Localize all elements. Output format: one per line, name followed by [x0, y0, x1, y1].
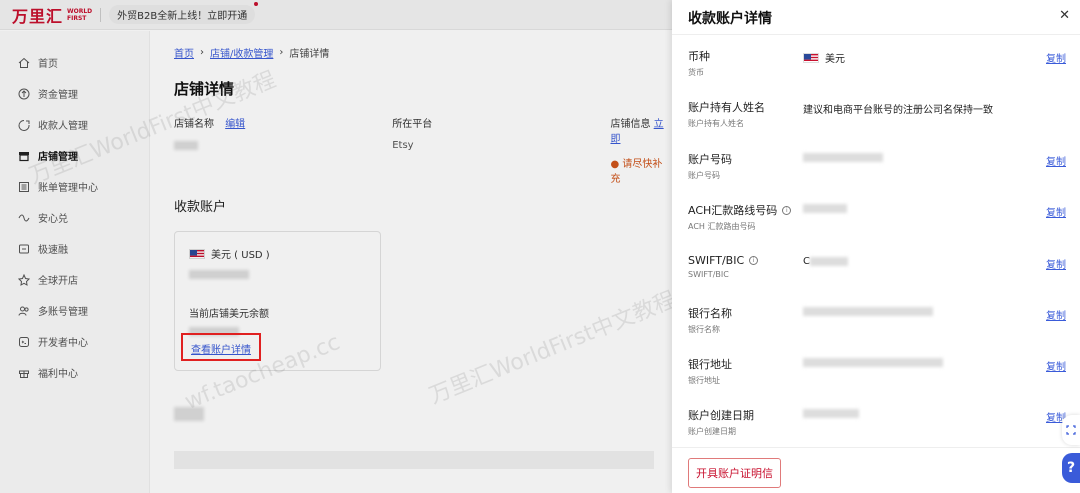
copy-account-number-button[interactable]: 复制 — [1046, 153, 1066, 168]
redacted-ach-number — [803, 204, 847, 213]
field-bank-address: 银行地址 银行地址 复制 — [688, 358, 1066, 385]
drawer-title: 收款账户详情 — [688, 11, 772, 27]
holder-name-value: 建议和电商平台账号的注册公司名保持一致 — [803, 105, 993, 116]
modal-overlay[interactable] — [0, 0, 672, 493]
field-account-number: 账户号码 账户号码 复制 — [688, 153, 1066, 180]
info-icon[interactable]: i — [749, 256, 759, 265]
redacted-bank-name — [803, 307, 933, 316]
redacted-bank-address — [803, 358, 943, 367]
redacted-swift — [809, 257, 848, 266]
us-flag-icon — [803, 52, 819, 63]
redacted-account-number — [803, 153, 883, 162]
highlight-box — [181, 333, 261, 361]
field-holder-name: 账户持有人姓名 账户持有人姓名 建议和电商平台账号的注册公司名保持一致 — [688, 101, 993, 128]
field-currency: 币种 货币 美元 复制 — [688, 50, 1066, 77]
close-icon[interactable]: ✕ — [1059, 8, 1070, 23]
copy-bank-address-button[interactable]: 复制 — [1046, 358, 1066, 373]
copy-bank-name-button[interactable]: 复制 — [1046, 307, 1066, 322]
help-icon[interactable]: ? — [1062, 453, 1080, 483]
copy-currency-button[interactable]: 复制 — [1046, 50, 1066, 65]
issue-account-certificate-button[interactable]: 开具账户证明信 — [688, 458, 781, 488]
copy-ach-button[interactable]: 复制 — [1046, 204, 1066, 219]
field-created-date: 账户创建日期 账户创建日期 复制 — [688, 409, 1066, 436]
copy-swift-button[interactable]: 复制 — [1046, 256, 1066, 271]
field-bank-name: 银行名称 银行名称 复制 — [688, 307, 1066, 334]
field-ach-routing: ACH汇款路线号码 i ACH 汇款路由号码 复制 — [688, 204, 1066, 231]
currency-value: 美元 — [825, 54, 845, 65]
divider — [672, 447, 1080, 448]
account-detail-drawer: 收款账户详情 ✕ 币种 货币 美元 复制 账户持有人姓名 账户持有人姓名 建议和… — [672, 0, 1080, 493]
redacted-created-date — [803, 409, 859, 418]
info-icon[interactable]: i — [782, 205, 792, 215]
scan-icon[interactable] — [1062, 415, 1080, 445]
swift-value: C — [803, 256, 810, 267]
divider — [672, 34, 1080, 35]
field-swift: SWIFT/BIC i SWIFT/BIC C 复制 — [688, 254, 1066, 279]
